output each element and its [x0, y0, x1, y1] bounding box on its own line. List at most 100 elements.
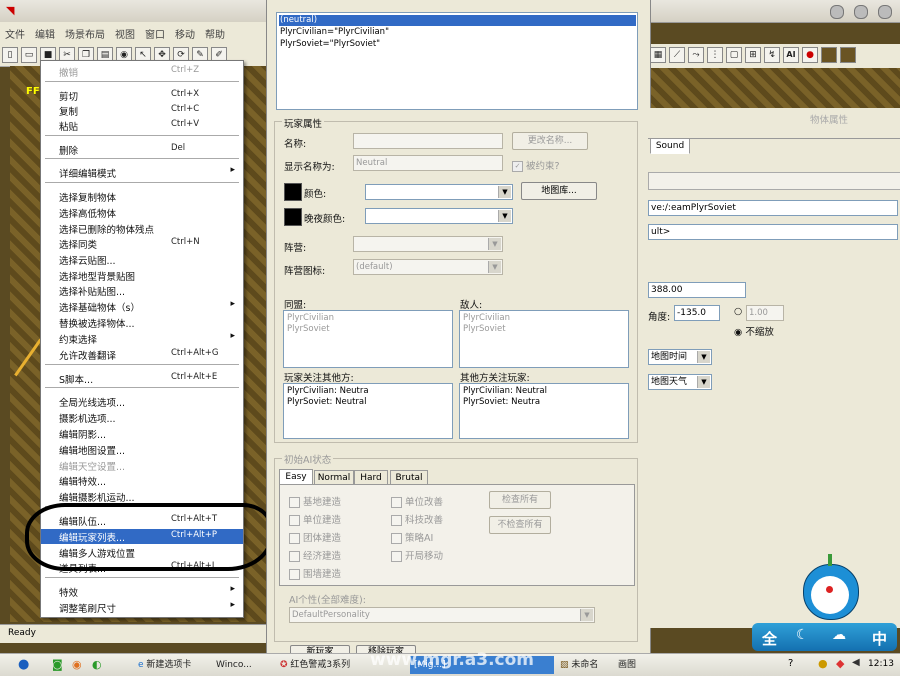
map-viewport-right[interactable]: [648, 68, 900, 108]
ai-check-economy[interactable]: 经济建造: [289, 548, 341, 562]
help-tray-icon[interactable]: ?: [788, 658, 793, 669]
menu-item[interactable]: 编辑地图设置...: [41, 442, 243, 457]
enemy-item[interactable]: PlyrSoviet: [463, 324, 625, 335]
menu-item[interactable]: 选择已删除的物体残点: [41, 221, 243, 236]
enemy-item[interactable]: PlyrCivilian: [463, 313, 625, 324]
task-untitled[interactable]: ▨ 未命名: [560, 656, 598, 674]
hierarchy-icon[interactable]: ⊞: [745, 47, 761, 63]
menu-help[interactable]: 帮助: [200, 22, 230, 41]
color-library-button[interactable]: 地图库...: [521, 182, 597, 200]
menu-item[interactable]: 编辑特效...: [41, 473, 243, 488]
menu-item[interactable]: 选择复制物体: [41, 189, 243, 204]
menu-item[interactable]: 选择补贴贴图...: [41, 283, 243, 298]
name-input[interactable]: [353, 133, 503, 149]
rename-button[interactable]: 更改名称...: [512, 132, 588, 150]
ai-icon[interactable]: AI: [783, 47, 799, 63]
maximize-icon[interactable]: [854, 5, 868, 19]
menu-window[interactable]: 窗口: [140, 22, 170, 41]
menu-item[interactable]: 摄影机选项...: [41, 410, 243, 425]
angle-field[interactable]: -135.0: [674, 305, 720, 321]
link-icon[interactable]: ⟋: [669, 47, 685, 63]
new-file-icon[interactable]: ▯: [2, 47, 18, 63]
task-winco[interactable]: Winco...: [216, 656, 252, 674]
tab-sound[interactable]: Sound: [650, 138, 690, 154]
player-item-soviet[interactable]: PlyrSoviet="PlyrSoviet": [279, 39, 380, 50]
volume-tray-icon[interactable]: ◀: [852, 657, 860, 668]
no-scale-radio[interactable]: ◉ 不缩放: [734, 324, 774, 338]
menu-item[interactable]: 粘贴 Ctrl+V: [41, 118, 243, 133]
menu-layout[interactable]: 场景布局: [60, 22, 110, 41]
chat-icon[interactable]: ◐: [92, 658, 102, 671]
menu-view[interactable]: 视图: [110, 22, 140, 41]
ally-item[interactable]: PlyrCivilian: [287, 313, 449, 324]
grid-icon[interactable]: ▦: [650, 47, 666, 63]
color-select[interactable]: ▼: [365, 184, 513, 200]
tab-hard[interactable]: Hard: [354, 470, 388, 485]
menu-item[interactable]: 特效 ▸: [41, 584, 243, 599]
others-regard-list[interactable]: PlyrCivilian: Neutral PlyrSoviet: Neutra: [459, 383, 629, 439]
uncheck-all-button[interactable]: 不检查所有: [489, 516, 551, 534]
team-field[interactable]: ve:/:eamPlyrSoviet: [648, 200, 898, 216]
menu-item[interactable]: 剪切 Ctrl+X: [41, 88, 243, 103]
regard-item[interactable]: PlyrSoviet: Neutral: [287, 397, 449, 408]
player-listbox[interactable]: (neutral) PlyrCivilian="PlyrCivilian" Pl…: [276, 12, 638, 110]
texture2-icon[interactable]: [840, 47, 856, 63]
number-field[interactable]: 388.00: [648, 282, 746, 298]
path-icon[interactable]: ⤳: [688, 47, 704, 63]
ai-check-unit-upgrade[interactable]: 单位改善: [391, 494, 443, 508]
tab-brutal[interactable]: Brutal: [390, 470, 428, 485]
ai-check-opening-move[interactable]: 开局移动: [391, 548, 443, 562]
map-time-select[interactable]: 地图时间 ▼: [648, 349, 712, 365]
script-field[interactable]: ult>: [648, 224, 898, 240]
ally-item[interactable]: PlyrSoviet: [287, 324, 449, 335]
menu-item[interactable]: 全局光线选项...: [41, 394, 243, 409]
menu-item[interactable]: 选择同类 Ctrl+N: [41, 236, 243, 251]
menu-item[interactable]: 编辑天空设置...: [41, 458, 243, 473]
display-name-input[interactable]: Neutral: [353, 155, 503, 171]
menu-item[interactable]: 允许改善翻译 Ctrl+Alt+G: [41, 347, 243, 362]
menu-item[interactable]: 选择云贴图...: [41, 252, 243, 267]
regard-others-list[interactable]: PlyrCivilian: Neutra PlyrSoviet: Neutral: [283, 383, 453, 439]
ai-check-team[interactable]: 团体建造: [289, 530, 341, 544]
is-human-checkbox[interactable]: ✓ 被约束?: [512, 158, 560, 172]
close-icon[interactable]: [878, 5, 892, 19]
menu-item[interactable]: 调整笔刷尺寸 ▸: [41, 600, 243, 615]
menu-item[interactable]: 详细编辑模式 ▸: [41, 165, 243, 180]
menu-item[interactable]: S脚本... Ctrl+Alt+E: [41, 371, 243, 386]
menu-edit[interactable]: 编辑: [30, 22, 60, 41]
task-new-tab[interactable]: e 新建选项卡: [138, 656, 191, 674]
browser-icon[interactable]: ◉: [72, 658, 82, 671]
tab-easy[interactable]: Easy: [279, 469, 313, 484]
allies-list[interactable]: PlyrCivilian PlyrSoviet: [283, 310, 453, 368]
menu-move[interactable]: 移动: [170, 22, 200, 41]
open-folder-icon[interactable]: ▭: [21, 47, 37, 63]
others-regard-item[interactable]: PlyrSoviet: Neutra: [463, 397, 625, 408]
others-regard-item[interactable]: PlyrCivilian: Neutral: [463, 386, 625, 397]
map-weather-select[interactable]: 地图天气 ▼: [648, 374, 712, 390]
tab-normal[interactable]: Normal: [314, 470, 354, 485]
start-apple-icon[interactable]: ●: [18, 657, 29, 672]
menu-item[interactable]: 选择地型背景贴图: [41, 268, 243, 283]
ai-personality-select[interactable]: DefaultPersonality ▼: [289, 607, 595, 623]
waypoint-icon[interactable]: ⋮: [707, 47, 723, 63]
antivirus-tray-icon[interactable]: ◆: [836, 657, 844, 670]
minimize-icon[interactable]: [830, 5, 844, 19]
player-item-civilian[interactable]: PlyrCivilian="PlyrCivilian": [279, 27, 389, 38]
menu-item[interactable]: 替换被选择物体...: [41, 315, 243, 330]
menu-item[interactable]: 选择高低物体: [41, 205, 243, 220]
menu-item[interactable]: 撤销 Ctrl+Z: [41, 64, 243, 79]
scale-radio[interactable]: ○: [734, 306, 742, 317]
texture-icon[interactable]: [821, 47, 837, 63]
player-item-neutral[interactable]: (neutral): [279, 15, 636, 26]
task-paint[interactable]: 画图: [618, 656, 636, 674]
menu-item[interactable]: 复制 Ctrl+C: [41, 103, 243, 118]
ai-check-wall[interactable]: 围墙建造: [289, 566, 341, 580]
menu-item[interactable]: 编辑摄影机运动...: [41, 489, 243, 504]
scale-field[interactable]: 1.00: [746, 305, 784, 321]
faction-select[interactable]: ▼: [353, 236, 503, 252]
menu-item[interactable]: 约束选择 ▸: [41, 331, 243, 346]
check-all-button[interactable]: 检查所有: [489, 491, 551, 509]
menu-item[interactable]: 删除 Del: [41, 142, 243, 157]
enemies-list[interactable]: PlyrCivilian PlyrSoviet: [459, 310, 629, 368]
qq-tray-icon[interactable]: ●: [818, 657, 828, 670]
